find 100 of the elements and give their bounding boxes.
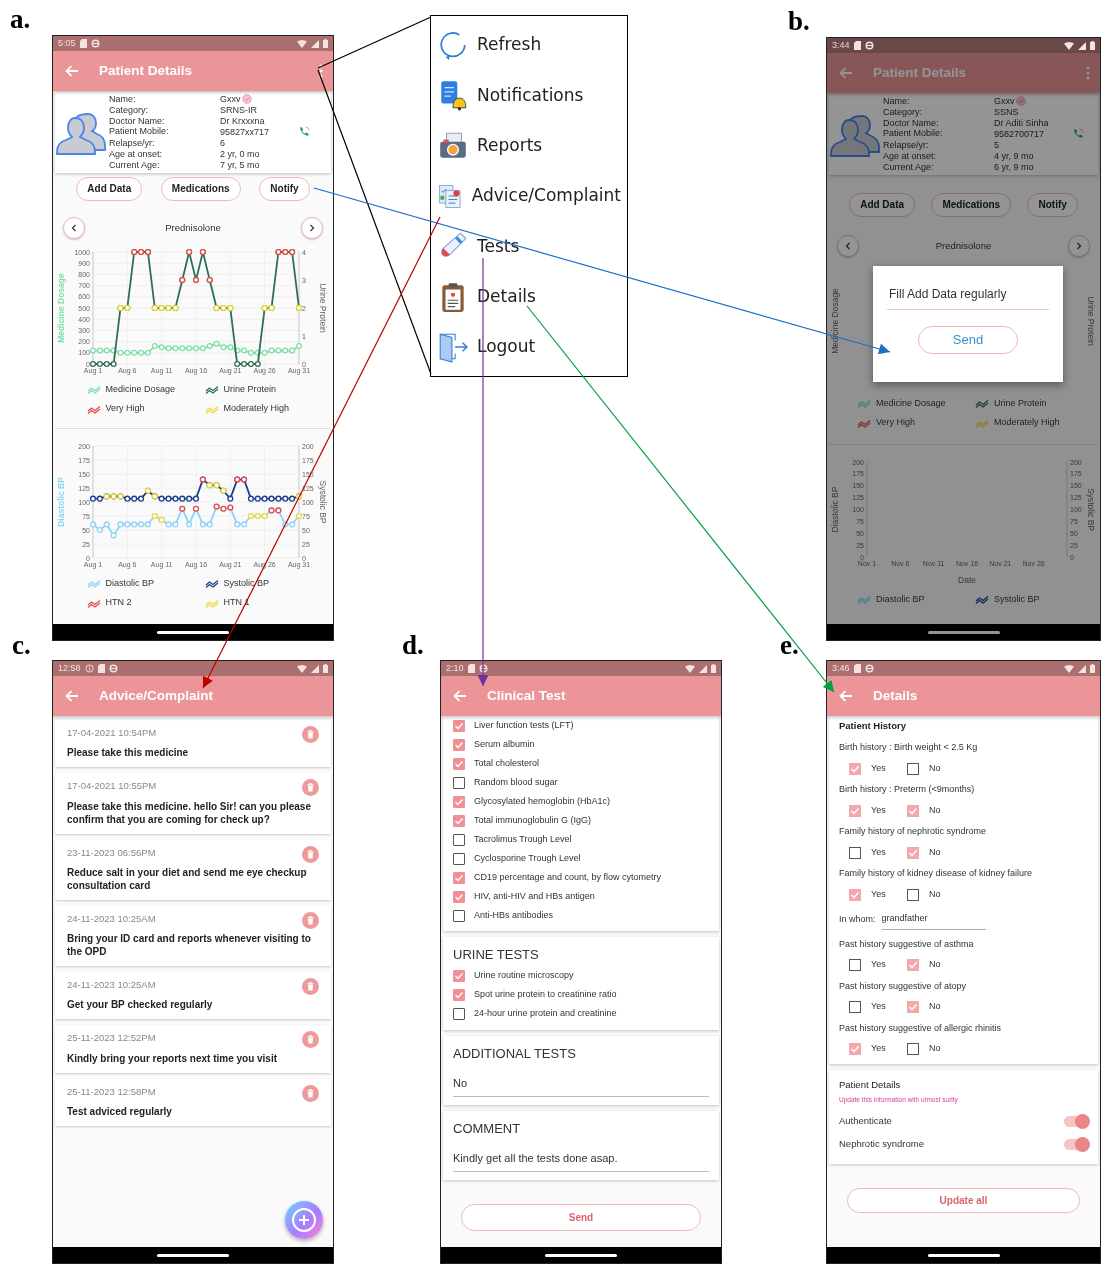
field-value: Dr Aditi Sinha (994, 117, 1049, 129)
option-label: Yes (871, 1042, 886, 1056)
checkbox-label: HIV, anti-HIV and HBs antigen (474, 889, 595, 903)
section-heading: Patient Details (839, 1077, 902, 1092)
checkbox-label: Anti-HBs antibodies (474, 908, 554, 922)
axis-title: Date (958, 574, 976, 585)
entry-text: Please take this medicine. hello Sir! can you please confirm that you are coming for check up? (67, 799, 312, 826)
entry-date: 24-11-2023 10:25AM (67, 911, 156, 926)
axis-title: Urine Protein (318, 283, 328, 333)
option-label: No (929, 1042, 941, 1056)
status-time: 12:58 (58, 661, 81, 675)
legend-label: Medicine Dosage (105, 382, 176, 396)
axis-title: Medicine Dosage (56, 273, 66, 343)
chart-title: Prednisolone (935, 238, 992, 253)
checkbox-label: Serum albumin (474, 737, 535, 751)
field-value: Gxxv (994, 96, 1015, 107)
field-value: SRNS-IR (220, 104, 257, 116)
screen-title: Patient Details (873, 63, 968, 82)
entry-date: 17-04-2021 10:54PM (67, 726, 157, 740)
field-value: 95827xx717 (220, 127, 270, 138)
option-label: No (929, 958, 941, 972)
option-label: Yes (871, 958, 886, 972)
axis-title: Systolic BP (318, 480, 328, 524)
field-label: Doctor Name: (883, 117, 940, 129)
field-value: 9582700717 (994, 129, 1045, 140)
field-label: Current Age: (109, 160, 161, 171)
checkbox-label: CD19 percentage and count, by flow cytometry (474, 870, 662, 884)
entry-date: 25-11-2023 12:52PM (67, 1031, 156, 1046)
option-label: Yes (871, 1000, 886, 1014)
legend-label: Diastolic BP (105, 576, 154, 590)
field-label: Category: (883, 106, 924, 118)
panel-label: b. (788, 8, 810, 35)
status-time: 2:10 (446, 661, 464, 675)
axis-title: Medicine Dosage (830, 287, 840, 354)
question-label: Family history of nephrotic syndrome (839, 825, 988, 839)
legend-label: Very High (876, 416, 916, 430)
legend-label: Very High (105, 402, 145, 416)
option-label: No (929, 803, 941, 817)
entry-text: Test adviced regularly (67, 1104, 173, 1118)
field-value: Dr Krxxxna (220, 115, 265, 127)
screen-title: Patient Details (99, 61, 194, 80)
entry-date: 17-04-2021 10:55PM (67, 779, 157, 794)
field-label: Relapse/yr: (109, 138, 156, 150)
entry-date: 24-11-2023 10:25AM (67, 978, 156, 992)
axis-title: Systolic BP (1086, 487, 1096, 531)
entry-text: Kindly bring your reports next time you visit (67, 1051, 279, 1065)
question-label: Birth history : Preterm (<9months) (839, 783, 976, 797)
option-label: Yes (871, 845, 886, 859)
checkbox-label: Random blood sugar (474, 775, 558, 789)
field-value: 2 yr, 0 mo (220, 149, 260, 160)
field-label: Age at onset: (109, 149, 164, 160)
field-value: 5 (994, 140, 999, 152)
checkbox-label: Total immunoglobulin G (IgG) (474, 813, 592, 827)
legend-label: HTN 2 (105, 596, 132, 610)
field-label: Doctor Name: (109, 115, 166, 127)
entry-text: Get your BP checked regularly (67, 998, 214, 1012)
field-label: Name: (883, 96, 911, 107)
checkbox-label: Glycosylated hemoglobin (HbA1c) (474, 794, 611, 808)
toggle-label: Authenticate (839, 1114, 892, 1129)
section-heading: ADDITIONAL TESTS (453, 1044, 577, 1063)
option-label: Yes (871, 761, 886, 775)
option-label: No (929, 1000, 941, 1014)
question-label: Past history suggestive of asthma (839, 937, 975, 951)
chart-title: Prednisolone (165, 220, 221, 235)
panel-label: d. (402, 632, 424, 659)
option-label: No (929, 761, 941, 775)
field-label: Age at onset: (883, 151, 938, 162)
field-value: SSNS (994, 106, 1019, 118)
legend-label: Urine Protein (223, 382, 277, 396)
screen-title: Details (873, 686, 919, 705)
question-label: Past history suggestive of atopy (839, 979, 968, 993)
entry-text: Bring your ID card and reports whenever visiting to the OPD (67, 932, 312, 958)
option-label: Yes (871, 887, 886, 901)
axis-title: Diastolic BP (830, 486, 840, 533)
checkbox-label: Urine routine microscopy (474, 969, 574, 983)
checkbox-label: Spot urine protein to creatinine ratio (474, 988, 617, 1002)
checkbox-label: 24-hour urine protein and creatinine (474, 1007, 617, 1021)
status-time: 3:46 (832, 661, 850, 675)
option-label: Yes (871, 803, 886, 817)
status-time: 3:44 (832, 38, 850, 52)
question-label: Family history of kidney disease of kidney failure (839, 867, 1034, 881)
field-value: 7 yr, 5 mo (220, 160, 260, 171)
axis-title: Diastolic BP (56, 477, 66, 527)
section-heading: URINE TESTS (453, 946, 540, 964)
field-label: Current Age: (883, 162, 935, 173)
status-time: 5:05 (58, 36, 76, 50)
entry-text: Please take this medicine (67, 746, 190, 760)
axis-title: Urine Protein (1086, 296, 1096, 346)
section-heading: Patient History (839, 719, 908, 733)
entry-date: 23-11-2023 06:56PM (67, 845, 156, 860)
field-label: Patient Mobile: (109, 126, 170, 139)
option-label: No (929, 845, 941, 859)
entry-text: Reduce salt in your diet and send me eye checkup consultation card (67, 865, 308, 892)
screen-title: Clinical Test (487, 686, 567, 705)
field-value: 4 yr, 9 mo (994, 151, 1034, 162)
legend-label: Moderately High (994, 416, 1060, 430)
question-label: Past history suggestive of allergic rhinitis (839, 1021, 1003, 1035)
legend-label: Moderately High (223, 402, 290, 416)
legend-label: Systolic BP (223, 576, 269, 590)
checkbox-label: Total cholesterol (474, 756, 540, 770)
